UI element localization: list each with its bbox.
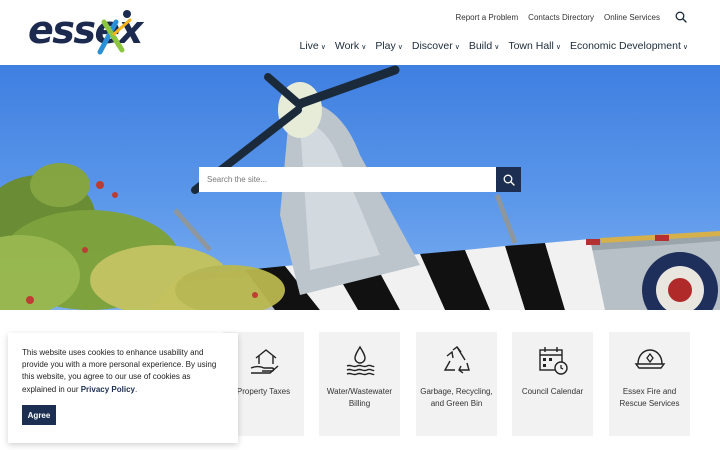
nav-discover-label: Discover — [411, 40, 453, 52]
search-input[interactable] — [199, 167, 496, 192]
tile-label: Council Calendar — [521, 387, 584, 396]
nav-live-label: Live — [299, 40, 319, 52]
fire-helmet-icon — [634, 349, 665, 369]
nav-play[interactable]: Play ∨ — [375, 40, 403, 52]
nav-build-label: Build — [468, 40, 493, 52]
cookie-banner: This website uses cookies to enhance usa… — [8, 333, 238, 443]
tile-label: Garbage, Recycling, and Green Bin — [420, 387, 493, 408]
tile-water-billing[interactable]: Water/Wastewater Billing — [319, 332, 400, 436]
nav-build[interactable]: Build ∨ — [469, 40, 499, 52]
tile-council-calendar[interactable]: Council Calendar — [512, 332, 593, 436]
nav-discover[interactable]: Discover ∨ — [412, 40, 460, 52]
chevron-down-icon: ∨ — [555, 44, 561, 51]
nav-work[interactable]: Work ∨ — [335, 40, 366, 52]
nav-work-label: Work — [334, 40, 360, 52]
site-header: essex Report a Problem Contacts Director… — [0, 0, 720, 65]
main-nav: Live ∨ Work ∨ Play ∨ Discover ∨ Build ∨ Town … — [299, 40, 688, 52]
nav-play-label: Play — [375, 40, 396, 52]
chevron-down-icon: ∨ — [454, 44, 460, 51]
tile-garbage-recycling[interactable]: Garbage, Recycling, and Green Bin — [416, 332, 497, 436]
nav-economic-development-label: Economic Development — [569, 40, 681, 52]
util-link-contacts-directory[interactable]: Contacts Directory — [528, 13, 594, 22]
nav-town-hall[interactable]: Town Hall ∨ — [508, 40, 561, 52]
site-search — [199, 167, 521, 192]
chevron-down-icon: ∨ — [682, 44, 688, 51]
search-submit-button[interactable] — [496, 167, 521, 192]
chevron-down-icon: ∨ — [397, 44, 403, 51]
cookie-text-end: . — [134, 384, 138, 394]
chevron-down-icon: ∨ — [320, 44, 326, 51]
water-drop-icon — [346, 345, 375, 376]
tile-label: Essex Fire and Rescue Services — [619, 387, 680, 408]
cookie-message: This website uses cookies to enhance usa… — [22, 347, 224, 396]
chevron-down-icon: ∨ — [494, 44, 500, 51]
tile-label: Water/Wastewater Billing — [326, 387, 393, 408]
util-link-report-problem[interactable]: Report a Problem — [455, 13, 518, 22]
privacy-policy-link[interactable]: Privacy Policy — [81, 385, 135, 394]
recycle-icon — [443, 346, 470, 374]
nav-economic-development[interactable]: Economic Development ∨ — [570, 40, 688, 52]
calendar-clock-icon — [538, 347, 568, 375]
logo-figure-icon — [97, 10, 132, 55]
tile-fire-rescue[interactable]: Essex Fire and Rescue Services — [609, 332, 690, 436]
nav-town-hall-label: Town Hall — [508, 40, 554, 52]
utility-nav: Report a Problem Contacts Directory Onli… — [455, 10, 688, 24]
chevron-down-icon: ∨ — [361, 44, 367, 51]
search-icon[interactable] — [674, 10, 688, 24]
agree-button[interactable]: Agree — [22, 405, 56, 425]
essex-logo[interactable]: essex — [28, 8, 143, 58]
nav-live[interactable]: Live ∨ — [299, 40, 325, 52]
util-link-online-services[interactable]: Online Services — [604, 13, 660, 22]
search-icon — [503, 174, 515, 186]
house-hand-icon — [250, 349, 278, 374]
